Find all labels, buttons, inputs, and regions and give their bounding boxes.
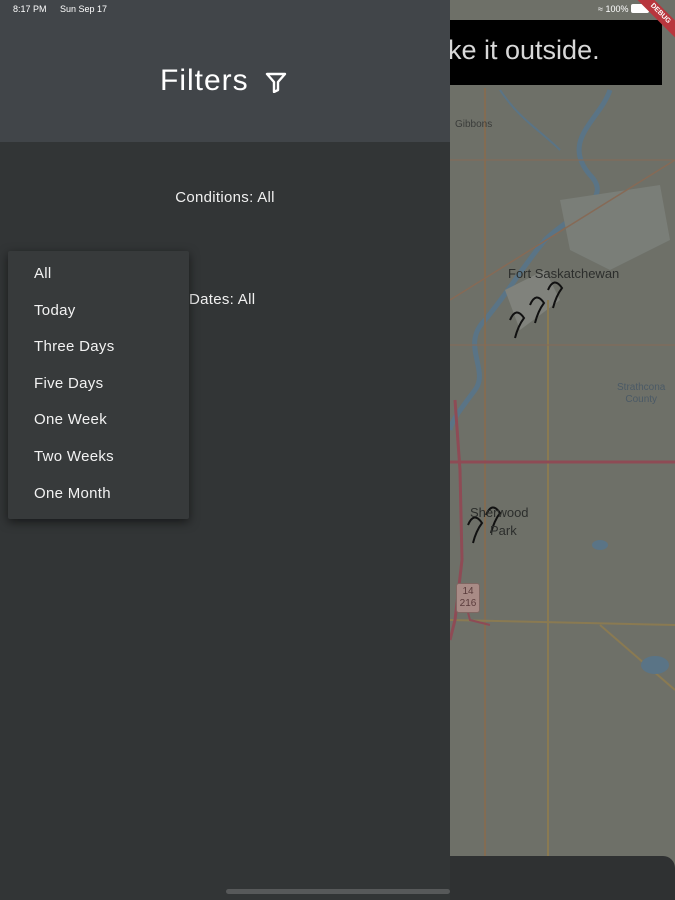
status-battery: ≈ 100% — [598, 4, 650, 14]
menu-item-three-days[interactable]: Three Days — [34, 338, 115, 355]
status-date: Sun Sep 17 — [60, 4, 108, 14]
dates-label: Dates: All — [189, 291, 256, 308]
home-indicator — [226, 889, 450, 894]
highway-14-label: 14 — [462, 586, 474, 597]
map-label-sherwood: Sherwood — [470, 505, 529, 520]
dates-dropdown[interactable]: Dates: All — [189, 291, 255, 308]
drawer-header: Filters — [0, 0, 450, 142]
map-label-park: Park — [490, 523, 517, 538]
menu-item-all[interactable]: All — [34, 265, 52, 282]
menu-item-one-month[interactable]: One Month — [34, 485, 111, 502]
battery-percent: 100% — [605, 4, 629, 14]
map-label-county-line2: County — [625, 394, 658, 405]
status-time: 8:17 PM — [13, 4, 47, 14]
menu-item-two-weeks[interactable]: Two Weeks — [34, 448, 114, 465]
highway-216-label: 216 — [459, 598, 477, 609]
menu-item-today[interactable]: Today — [34, 302, 76, 319]
map-label-fort-saskatchewan: Fort Saskatchewan — [508, 266, 620, 281]
map-banner: ke it outside. — [450, 20, 662, 85]
highway-shield: 14 216 — [456, 583, 480, 613]
bottom-sheet[interactable] — [440, 856, 675, 900]
menu-item-five-days[interactable]: Five Days — [34, 375, 103, 392]
menu-item-one-week[interactable]: One Week — [34, 411, 107, 428]
map-label-county: Strathcona County — [617, 382, 665, 406]
filter-icon — [265, 72, 287, 93]
map-label-county-line1: Strathcona — [617, 382, 666, 393]
conditions-dropdown[interactable]: Conditions: All — [0, 189, 450, 206]
dates-menu: All Today Three Days Five Days One Week … — [8, 251, 189, 519]
wifi-icon: ≈ — [598, 4, 603, 14]
map-label-gibbons: Gibbons — [455, 119, 493, 130]
drawer-title: Filters — [160, 64, 249, 97]
